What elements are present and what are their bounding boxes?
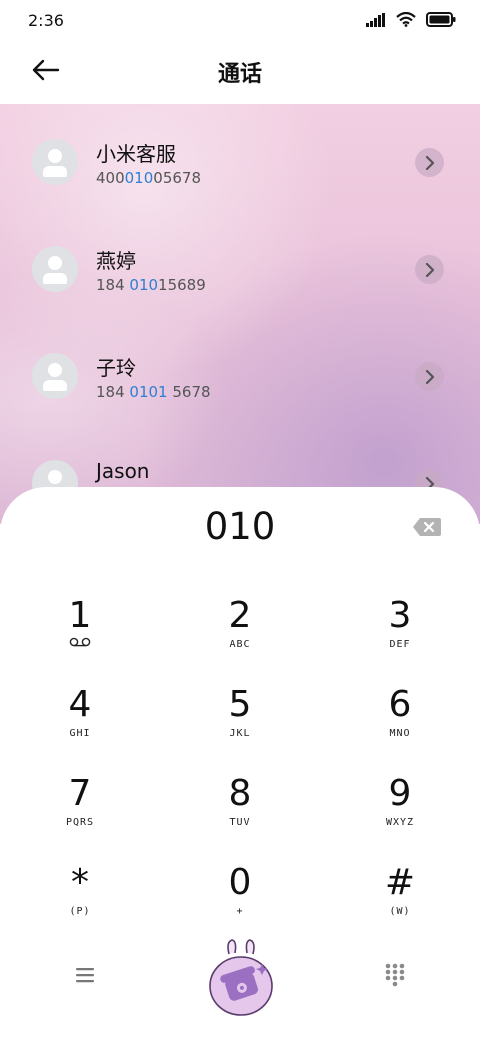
key-digit: 2: [228, 595, 252, 636]
voicemail-icon: [20, 637, 140, 653]
avatar: [32, 246, 78, 292]
avatar: [32, 353, 78, 399]
key-letters: GHI: [69, 728, 91, 739]
signal-icon: [366, 12, 385, 27]
key-letters: JKL: [229, 728, 251, 739]
contact-detail-button[interactable]: [415, 362, 444, 391]
contact-number: 40001005678: [96, 169, 201, 187]
key-3[interactable]: 3 DEF: [340, 595, 460, 675]
contact-number: 184 0101 5678: [96, 383, 211, 401]
key-letters: (W): [389, 906, 411, 917]
key-star[interactable]: * (P): [20, 862, 140, 942]
dialed-number: 010: [204, 505, 276, 548]
contact-name: Jason: [96, 459, 150, 483]
menu-icon: [76, 968, 94, 983]
number-match: 010: [124, 169, 154, 187]
chevron-right-icon: [425, 262, 434, 277]
key-8[interactable]: 8 TUV: [180, 773, 300, 853]
key-digit: 1: [68, 595, 92, 636]
key-digit: 5: [228, 684, 252, 725]
number-match: 010: [129, 276, 159, 294]
key-digit: 0: [228, 862, 252, 903]
backspace-icon: [413, 518, 441, 536]
key-digit: 7: [68, 773, 92, 814]
page-title: 通话: [217, 62, 262, 87]
phone-call-icon: [209, 939, 273, 1016]
key-digit: *: [71, 862, 89, 903]
key-digit: 9: [388, 773, 412, 814]
key-9[interactable]: 9 WXYZ: [340, 773, 460, 853]
key-digit: 4: [68, 684, 92, 725]
key-digit: 3: [388, 595, 412, 636]
key-0[interactable]: 0 +: [180, 862, 300, 942]
key-digit: 6: [388, 684, 412, 725]
contact-detail-button[interactable]: [415, 148, 444, 177]
status-time: 2:36: [28, 11, 64, 30]
key-letters: MNO: [389, 728, 411, 739]
backspace-button[interactable]: [412, 517, 442, 537]
key-digit: 8: [228, 773, 252, 814]
key-letters: TUV: [229, 817, 251, 828]
key-4[interactable]: 4 GHI: [20, 684, 140, 764]
contact-number: 184 01015689: [96, 276, 206, 294]
contact-detail-button[interactable]: [415, 255, 444, 284]
number-match: 0101: [129, 383, 168, 401]
status-icons: [366, 12, 456, 27]
battery-icon: [426, 12, 456, 27]
key-2[interactable]: 2 ABC: [180, 595, 300, 675]
wifi-icon: [396, 12, 416, 27]
chevron-right-icon: [425, 155, 434, 170]
contact-name: 小米客服: [96, 142, 176, 166]
contact-suggestions: 小米客服 40001005678 燕婷 184 01015689 子玲 184 …: [0, 104, 480, 524]
key-letters: +: [236, 906, 244, 917]
key-letters: WXYZ: [385, 817, 415, 828]
key-7[interactable]: 7 PQRS: [20, 773, 140, 853]
key-letters: DEF: [389, 639, 411, 650]
key-letters: (P): [69, 906, 91, 917]
contact-name: 子玲: [96, 356, 136, 380]
key-letters: ABC: [229, 639, 251, 650]
avatar: [32, 139, 78, 185]
key-5[interactable]: 5 JKL: [180, 684, 300, 764]
dialpad-icon: [385, 963, 405, 987]
contact-item[interactable]: 燕婷 184 01015689: [0, 215, 480, 315]
menu-button[interactable]: [72, 962, 98, 988]
key-digit: #: [384, 862, 416, 903]
chevron-right-icon: [425, 369, 434, 384]
keypad-toggle-button[interactable]: [384, 962, 406, 988]
contact-item[interactable]: 小米客服 40001005678: [0, 108, 480, 208]
app-header: 通话: [0, 40, 480, 104]
key-1[interactable]: 1: [20, 595, 140, 675]
contact-name: 燕婷: [96, 249, 136, 273]
key-6[interactable]: 6 MNO: [340, 684, 460, 764]
call-button[interactable]: [208, 938, 274, 1018]
contact-item[interactable]: 子玲 184 0101 5678: [0, 322, 480, 422]
status-bar: 2:36: [0, 0, 480, 40]
key-hash[interactable]: # (W): [340, 862, 460, 942]
key-letters: PQRS: [65, 817, 95, 828]
